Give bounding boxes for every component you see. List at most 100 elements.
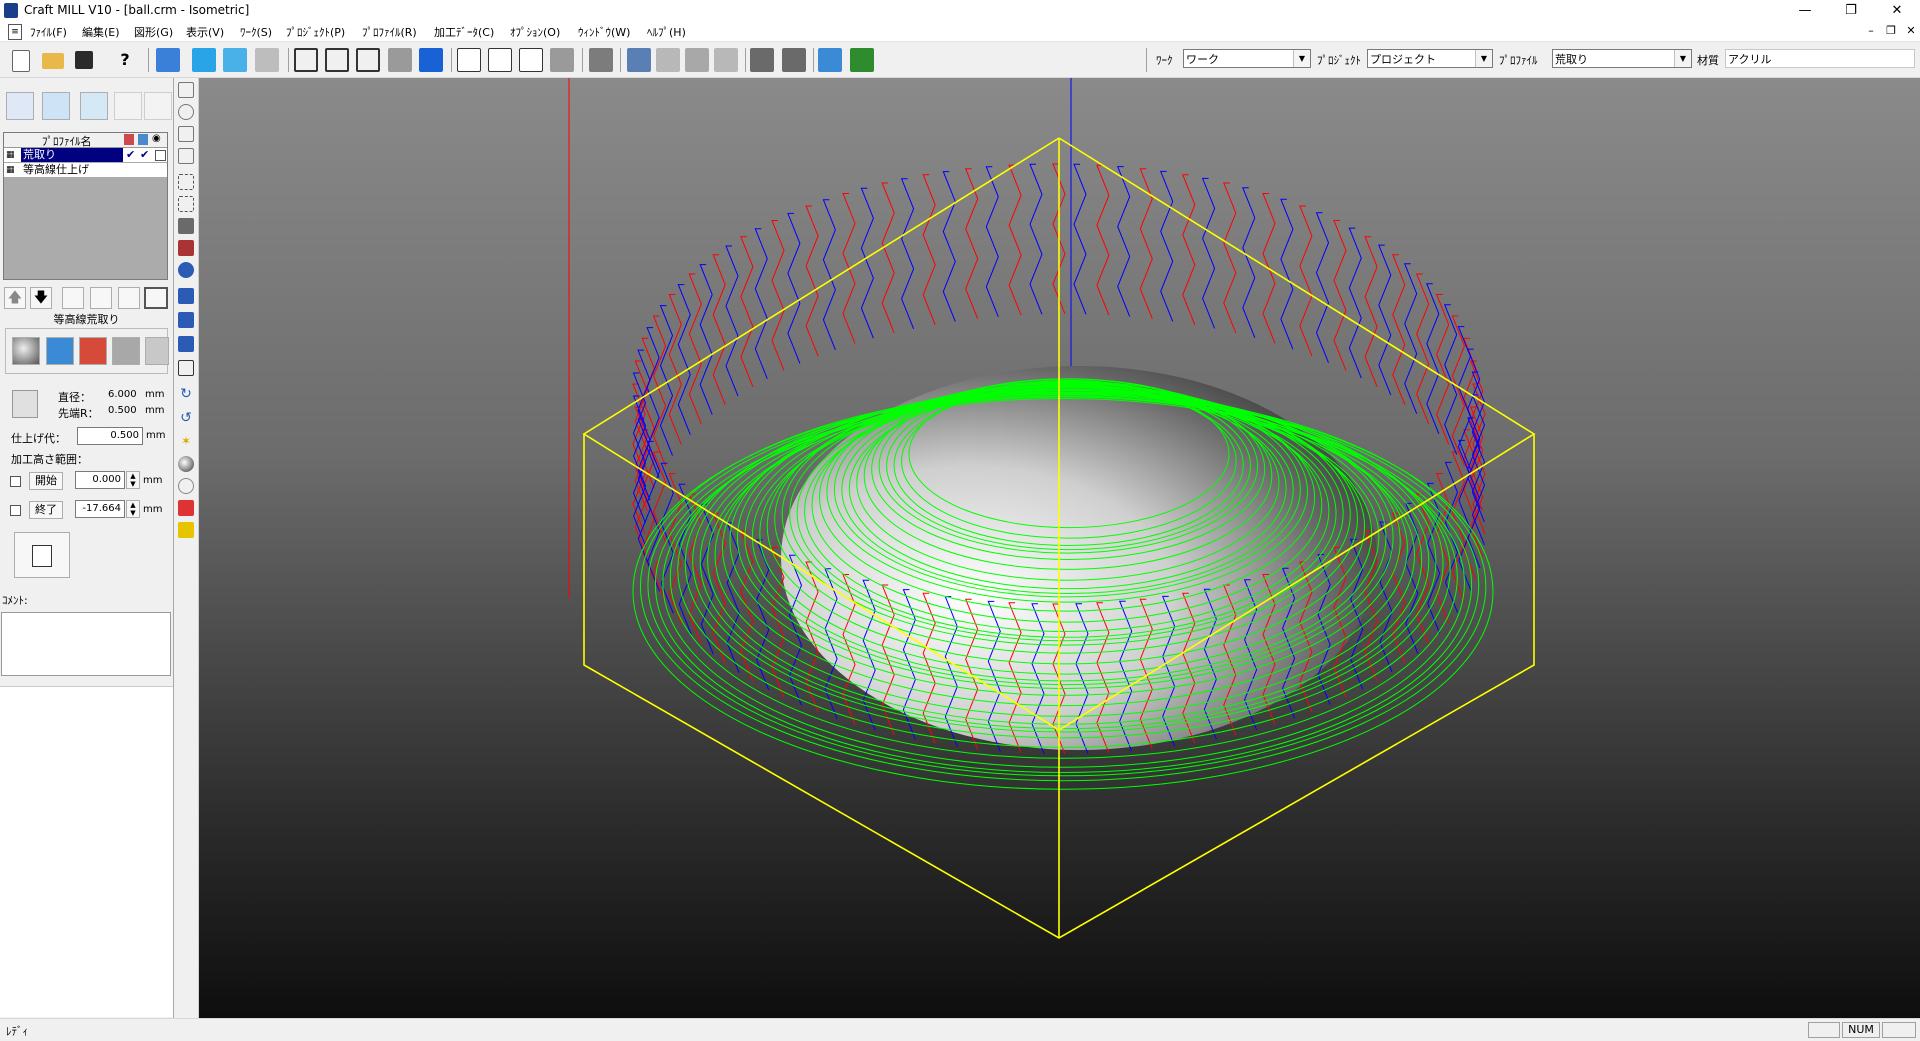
magnify-icon[interactable] bbox=[178, 262, 194, 278]
page-copy-icon[interactable] bbox=[519, 48, 543, 72]
profile-add-button[interactable] bbox=[42, 92, 70, 120]
material-field[interactable]: アクリル bbox=[1725, 49, 1915, 68]
start-spinner[interactable]: ▲ ▼ bbox=[126, 471, 140, 489]
zoom-box-icon[interactable] bbox=[178, 174, 194, 190]
axis-icon[interactable] bbox=[178, 288, 194, 304]
view-shade-icon[interactable] bbox=[388, 48, 412, 72]
tool-select-icon[interactable] bbox=[12, 390, 38, 418]
view-persp-icon[interactable] bbox=[178, 240, 194, 256]
sphere-icon[interactable] bbox=[12, 337, 40, 365]
menu-window[interactable]: ｳｨﾝﾄﾞｳ(W) bbox=[578, 24, 630, 40]
menu-help[interactable]: ﾍﾙﾌﾟ(H) bbox=[647, 24, 686, 40]
start-height-input[interactable]: 0.000 bbox=[75, 471, 125, 489]
view-top-icon[interactable] bbox=[325, 48, 349, 72]
end-spinner[interactable]: ▲ ▼ bbox=[126, 500, 140, 518]
comment-textarea[interactable] bbox=[1, 612, 171, 676]
profile-import-button[interactable] bbox=[80, 92, 108, 120]
end-checkbox[interactable] bbox=[10, 505, 21, 516]
axis3-icon[interactable] bbox=[178, 336, 194, 352]
mdi-close-button[interactable]: ✕ bbox=[1902, 24, 1920, 38]
document-icon[interactable]: ≡ bbox=[8, 24, 22, 40]
start-button[interactable]: 開始 bbox=[29, 472, 63, 490]
page-export-icon[interactable] bbox=[488, 48, 512, 72]
mdi-restore-button[interactable]: ❐ bbox=[1882, 24, 1900, 38]
menu-work[interactable]: ﾜｰｸ(S) bbox=[240, 24, 272, 40]
mdi-minimize-button[interactable]: – bbox=[1862, 24, 1880, 38]
help-icon[interactable]: ? bbox=[113, 48, 137, 72]
start-checkbox[interactable] bbox=[10, 476, 21, 487]
list-item[interactable]: ▦ 等高線仕上げ bbox=[4, 163, 167, 177]
axis2-icon[interactable] bbox=[178, 312, 194, 328]
menu-file[interactable]: ﾌｧｲﾙ(F) bbox=[30, 24, 67, 40]
view-side-icon[interactable] bbox=[356, 48, 380, 72]
preview-icon[interactable] bbox=[144, 287, 168, 309]
sim3-icon[interactable] bbox=[685, 48, 709, 72]
check-icon[interactable]: ✔ bbox=[140, 148, 149, 162]
material-icon[interactable] bbox=[178, 522, 194, 538]
minimize-button[interactable]: — bbox=[1782, 0, 1828, 22]
send-icon[interactable] bbox=[818, 48, 842, 72]
gradient-icon[interactable] bbox=[112, 337, 140, 365]
machine-setting-icon[interactable] bbox=[90, 287, 112, 309]
close-button[interactable]: ✕ bbox=[1874, 0, 1920, 22]
menu-data[interactable]: 加工ﾃﾞｰﾀ(C) bbox=[434, 24, 494, 40]
view-iso-icon[interactable] bbox=[178, 218, 194, 234]
zoom-in-icon[interactable] bbox=[178, 82, 194, 98]
gradient2-icon[interactable] bbox=[145, 337, 169, 365]
arrow-icon[interactable] bbox=[79, 337, 107, 365]
work-select[interactable]: ワーク ▼ bbox=[1183, 49, 1311, 68]
run-icon[interactable] bbox=[850, 48, 874, 72]
project-select[interactable]: プロジェクト ▼ bbox=[1367, 49, 1493, 68]
toolpath-icon[interactable] bbox=[178, 500, 194, 516]
visibility-checkbox[interactable] bbox=[155, 150, 166, 161]
view-solid-icon[interactable] bbox=[419, 48, 443, 72]
wire-icon[interactable] bbox=[178, 478, 194, 494]
fit-icon[interactable] bbox=[178, 148, 194, 164]
move-up-button[interactable]: 🡅 bbox=[4, 287, 26, 309]
cube-edit-icon[interactable] bbox=[223, 48, 247, 72]
end-height-input[interactable]: -17.664 bbox=[75, 500, 125, 518]
menu-shape[interactable]: 図形(G) bbox=[134, 24, 173, 40]
list-item[interactable]: ▦ 荒取り ✔ ✔ bbox=[4, 148, 167, 162]
path-icon[interactable] bbox=[62, 287, 84, 309]
cube-icon[interactable] bbox=[46, 337, 74, 365]
tool-icon[interactable] bbox=[589, 48, 613, 72]
move-down-button[interactable]: 🡇 bbox=[30, 287, 52, 309]
sim-icon[interactable] bbox=[627, 48, 651, 72]
save-icon[interactable] bbox=[75, 51, 93, 69]
shade-icon[interactable] bbox=[178, 456, 194, 472]
machine-icon[interactable] bbox=[750, 48, 774, 72]
rotate-icon[interactable] bbox=[178, 104, 194, 120]
machine2-icon[interactable] bbox=[782, 48, 806, 72]
finish-allowance-input[interactable]: 0.500 bbox=[77, 427, 143, 445]
menu-project[interactable]: ﾌﾟﾛｼﾞｪｸﾄ(P) bbox=[286, 24, 345, 40]
profile-select[interactable]: 荒取り ▼ bbox=[1552, 49, 1692, 68]
light-icon[interactable]: ✶ bbox=[178, 434, 194, 450]
maximize-button[interactable]: ❐ bbox=[1828, 0, 1874, 22]
sim4-icon[interactable] bbox=[714, 48, 738, 72]
menu-edit[interactable]: 編集(E) bbox=[82, 24, 120, 40]
open-folder-icon[interactable] bbox=[42, 53, 64, 69]
3d-viewport[interactable] bbox=[199, 78, 1920, 1018]
sim2-icon[interactable] bbox=[656, 48, 680, 72]
apply-settings-button[interactable] bbox=[14, 532, 70, 578]
menu-view[interactable]: 表示(V) bbox=[186, 24, 224, 40]
rotate-ccw-icon[interactable]: ↺ bbox=[178, 410, 194, 426]
zoom-all-icon[interactable] bbox=[178, 196, 194, 212]
new-file-icon[interactable] bbox=[12, 50, 30, 72]
end-button[interactable]: 終了 bbox=[29, 501, 63, 519]
pan-icon[interactable] bbox=[178, 126, 194, 142]
cube-tool-icon[interactable] bbox=[255, 48, 279, 72]
profile-wizard-button[interactable] bbox=[6, 92, 34, 120]
menu-profile[interactable]: ﾌﾟﾛﾌｧｲﾙ(R) bbox=[362, 24, 417, 40]
hand-icon[interactable] bbox=[178, 360, 194, 376]
check-icon[interactable]: ✔ bbox=[126, 148, 135, 162]
path-edit-icon[interactable] bbox=[118, 287, 140, 309]
rotate-cw-icon[interactable]: ↻ bbox=[178, 386, 194, 402]
menu-option[interactable]: ｵﾌﾟｼｮﾝ(O) bbox=[510, 24, 560, 40]
view-front-icon[interactable] bbox=[294, 48, 318, 72]
cube-icon[interactable] bbox=[192, 48, 216, 72]
page-icon[interactable] bbox=[457, 48, 481, 72]
profile-doc-button[interactable] bbox=[114, 92, 142, 120]
profile-target-button[interactable] bbox=[144, 92, 172, 120]
